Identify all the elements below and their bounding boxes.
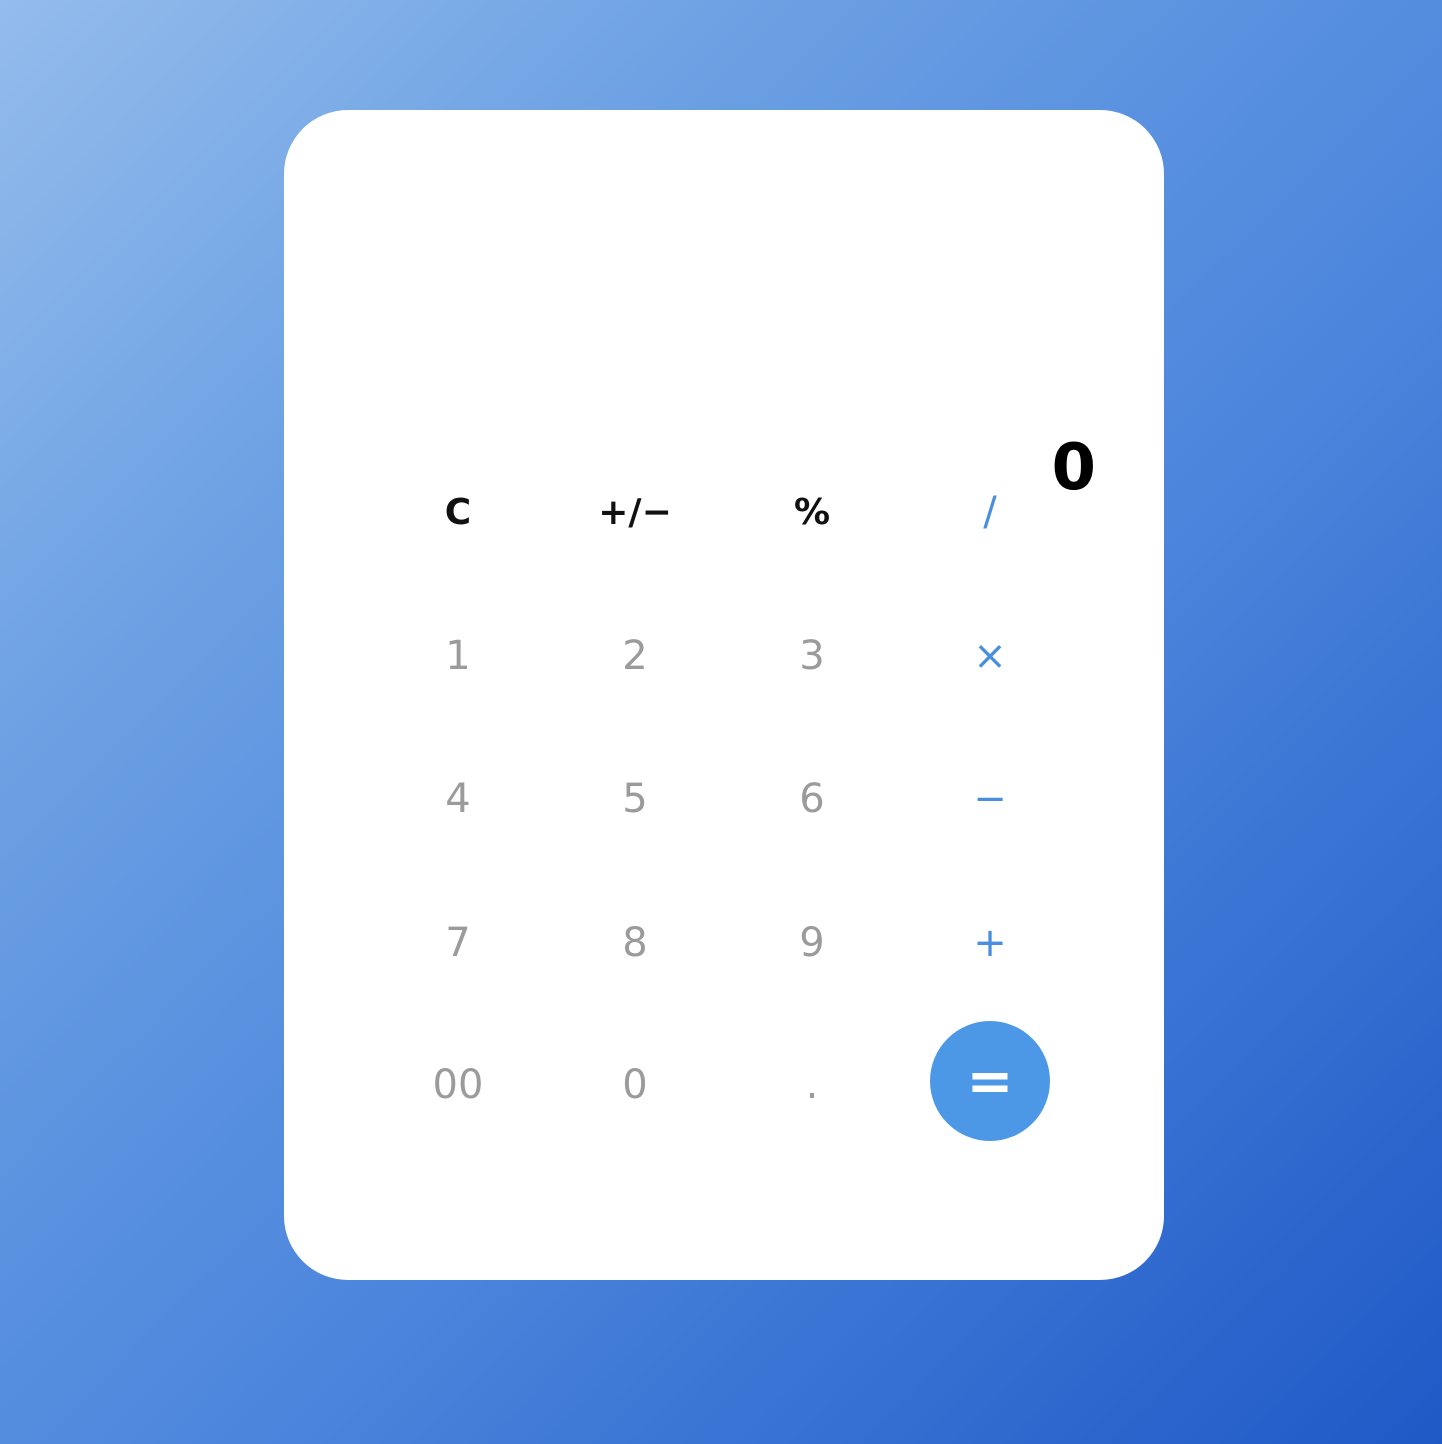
equals-button[interactable]: = (930, 1021, 1050, 1141)
sign-toggle-button[interactable]: +/− (575, 452, 695, 572)
double-zero-button[interactable]: 00 (398, 1025, 518, 1145)
digit-0-button[interactable]: 0 (575, 1025, 695, 1145)
digit-5-button[interactable]: 5 (575, 739, 695, 859)
divide-button[interactable]: / (930, 452, 1050, 572)
digit-8-button[interactable]: 8 (575, 883, 695, 1003)
calculator-panel: 0 C +/− % / 1 2 3 × 4 5 6 − 7 8 9 + 00 0… (284, 110, 1164, 1280)
keypad: C +/− % / 1 2 3 × 4 5 6 − 7 8 9 + 00 0 .… (284, 110, 1164, 1280)
percent-button[interactable]: % (752, 452, 872, 572)
digit-1-button[interactable]: 1 (398, 596, 518, 716)
digit-7-button[interactable]: 7 (398, 883, 518, 1003)
clear-button[interactable]: C (398, 452, 518, 572)
digit-4-button[interactable]: 4 (398, 739, 518, 859)
digit-6-button[interactable]: 6 (752, 739, 872, 859)
digit-2-button[interactable]: 2 (575, 596, 695, 716)
multiply-button[interactable]: × (930, 596, 1050, 716)
digit-9-button[interactable]: 9 (752, 883, 872, 1003)
add-button[interactable]: + (930, 883, 1050, 1003)
digit-3-button[interactable]: 3 (752, 596, 872, 716)
subtract-button[interactable]: − (930, 739, 1050, 859)
decimal-button[interactable]: . (752, 1025, 872, 1145)
